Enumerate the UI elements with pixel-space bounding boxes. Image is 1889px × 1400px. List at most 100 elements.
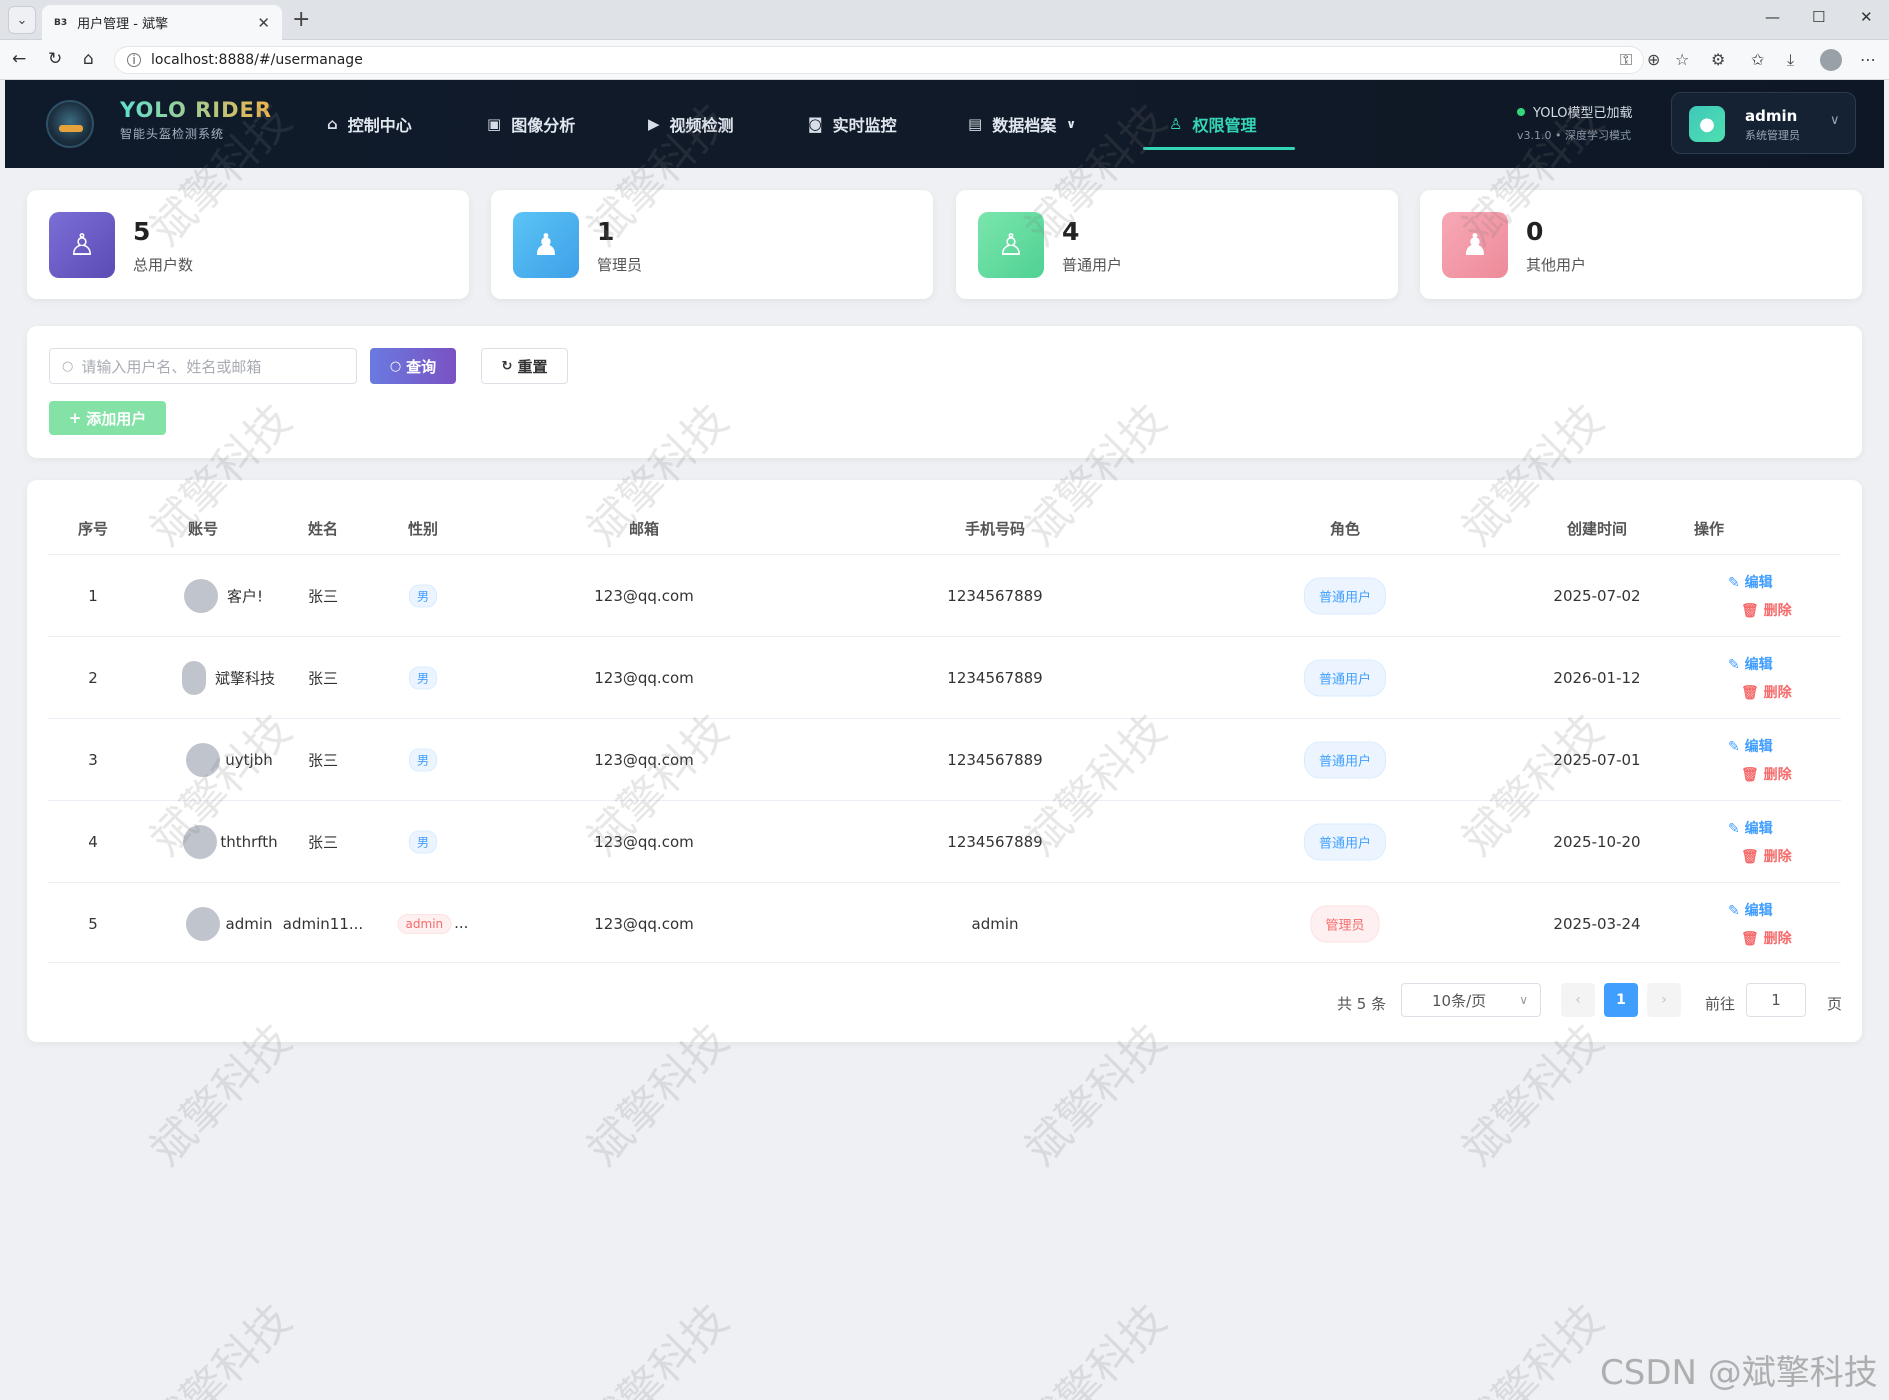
edit-icon: ✎ xyxy=(1728,821,1745,837)
tab-title: 用户管理 - 斌擎 xyxy=(77,17,169,32)
zoom-icon[interactable]: ⊕ xyxy=(1647,50,1660,69)
stat-value: 5 xyxy=(133,217,151,246)
nav-item-live-monitor[interactable]: ◙ 实时监控 xyxy=(808,108,897,140)
search-input[interactable]: ○ 请输入用户名、姓名或邮箱 xyxy=(49,348,357,384)
user-role: 系统管理员 xyxy=(1745,129,1800,142)
browser-tab[interactable]: B3 用户管理 - 斌擎 ✕ xyxy=(42,5,282,40)
page-number-current[interactable]: 1 xyxy=(1604,983,1638,1017)
user-menu[interactable]: ● admin 系统管理员 ∨ xyxy=(1671,92,1856,154)
table-row: 3 uytjbh 张三 男 123@qq.com 1234567889 普通用户… xyxy=(48,718,1841,800)
edit-button[interactable]: ✎ 编辑 xyxy=(1728,572,1773,592)
trash-icon: 🗑 xyxy=(1741,931,1764,947)
stat-label: 总用户数 xyxy=(133,256,194,274)
favorite-star-icon[interactable]: ☆ xyxy=(1675,50,1689,69)
nav-label: 控制中心 xyxy=(347,116,412,135)
more-menu-icon[interactable]: ⋯ xyxy=(1860,50,1876,69)
chevron-down-icon: ∨ xyxy=(1830,113,1840,128)
table-row: 4 ththrfth 张三 男 123@qq.com 1234567889 普通… xyxy=(48,800,1841,882)
nav-item-permissions[interactable]: ♙ 权限管理 xyxy=(1169,108,1256,140)
nav-label: 实时监控 xyxy=(832,116,897,135)
back-icon[interactable]: ← xyxy=(12,49,26,69)
profile-icon[interactable] xyxy=(1820,49,1842,71)
document-icon: ▤ xyxy=(968,115,983,133)
favorites-icon[interactable]: ✩ xyxy=(1751,50,1764,69)
query-button[interactable]: ○ 查询 xyxy=(370,348,456,384)
edit-button[interactable]: ✎ 编辑 xyxy=(1728,736,1773,756)
brand: YOLO RIDER 智能头盔检测系统 xyxy=(120,98,272,142)
nav-item-video-detection[interactable]: ▶ 视频检测 xyxy=(648,108,734,140)
column-header: 性别 xyxy=(407,520,439,538)
delete-button[interactable]: 🗑 删除 xyxy=(1741,682,1792,702)
phone-cell: 1234567889 xyxy=(947,668,1043,687)
nav-item-dashboard[interactable]: ⌂ 控制中心 xyxy=(327,108,412,140)
chevron-left-icon: ‹ xyxy=(1575,992,1581,1008)
nav-item-image-analysis[interactable]: ▣ 图像分析 xyxy=(487,108,575,140)
nav-label: 数据档案 xyxy=(992,116,1057,135)
watermark: 斌擎科技 xyxy=(577,1294,739,1400)
edit-button[interactable]: ✎ 编辑 xyxy=(1728,654,1773,674)
delete-button[interactable]: 🗑 删除 xyxy=(1741,764,1792,784)
role-tag: 普通用户 xyxy=(1303,577,1387,614)
site-info-icon[interactable]: i xyxy=(127,53,141,67)
goto-label: 前往 xyxy=(1705,995,1736,1013)
role-cell: 普通用户 xyxy=(1303,659,1387,696)
column-header: 手机号码 xyxy=(964,520,1026,538)
delete-button[interactable]: 🗑 删除 xyxy=(1741,928,1792,948)
extensions-icon[interactable]: ⚙ xyxy=(1711,50,1725,69)
chevron-right-icon: › xyxy=(1661,992,1667,1008)
url-field[interactable]: i localhost:8888/#/usermanage xyxy=(114,46,1644,74)
close-window-icon[interactable]: ✕ xyxy=(1860,8,1873,26)
created-cell: 2025-07-02 xyxy=(1553,586,1641,605)
email-cell: 123@qq.com xyxy=(594,668,694,687)
pagination-total: 共 5 条 xyxy=(1337,995,1387,1013)
role-cell: 管理员 xyxy=(1310,905,1380,942)
created-cell: 2025-03-24 xyxy=(1553,914,1641,933)
phone-cell: admin xyxy=(971,914,1019,933)
minimize-icon[interactable]: — xyxy=(1765,8,1780,26)
add-user-button[interactable]: + 添加用户 xyxy=(49,401,166,435)
column-header: 账号 xyxy=(187,520,219,538)
gender-tag: 男 xyxy=(408,830,438,853)
reload-icon[interactable]: ↻ xyxy=(48,49,62,69)
created-cell: 2025-07-01 xyxy=(1553,750,1641,769)
delete-button[interactable]: 🗑 删除 xyxy=(1741,600,1792,620)
row-index: 2 xyxy=(88,668,98,687)
query-label: 查询 xyxy=(406,357,437,376)
camera-icon: ◙ xyxy=(808,115,823,133)
edit-icon: ✎ xyxy=(1728,575,1745,591)
row-index: 4 xyxy=(88,832,98,851)
trash-icon: 🗑 xyxy=(1741,767,1764,783)
home-browser-icon[interactable]: ⌂ xyxy=(83,49,94,69)
search-placeholder: 请输入用户名、姓名或邮箱 xyxy=(81,357,262,376)
delete-label: 删除 xyxy=(1763,931,1792,947)
user-avatar-icon: ● xyxy=(1689,106,1725,142)
name-cell: 张三 xyxy=(307,587,339,605)
prev-page-button[interactable]: ‹ xyxy=(1561,983,1595,1017)
edit-button[interactable]: ✎ 编辑 xyxy=(1728,818,1773,838)
reset-button[interactable]: ↻ 重置 xyxy=(481,348,568,384)
role-cell: 普通用户 xyxy=(1303,577,1387,614)
new-tab-button[interactable]: + xyxy=(292,7,310,32)
stat-label: 管理员 xyxy=(597,256,643,274)
download-icon[interactable]: ⤓ xyxy=(1787,50,1794,70)
next-page-button[interactable]: › xyxy=(1647,983,1681,1017)
delete-label: 删除 xyxy=(1763,685,1792,701)
gender-overflow: ... xyxy=(454,913,469,932)
table-row: 1 客户! 张三 男 123@qq.com 1234567889 普通用户 20… xyxy=(48,554,1841,636)
delete-button[interactable]: 🗑 删除 xyxy=(1741,846,1792,866)
nav-item-data-archive[interactable]: ▤ 数据档案 ∨ xyxy=(968,108,1076,140)
close-tab-icon[interactable]: ✕ xyxy=(257,14,270,32)
key-icon[interactable]: ⚿ xyxy=(1620,50,1632,70)
trash-icon: 🗑 xyxy=(1741,685,1764,701)
edit-button[interactable]: ✎ 编辑 xyxy=(1728,900,1773,920)
stat-card-admins: ♟ 1 管理员 xyxy=(491,190,933,299)
name-cell: 张三 xyxy=(307,669,339,687)
maximize-icon[interactable]: ☐ xyxy=(1812,8,1825,26)
goto-page-input[interactable]: 1 xyxy=(1746,983,1806,1017)
avatar xyxy=(186,742,220,777)
tab-list-button[interactable]: ⌄ xyxy=(8,6,36,34)
account-cell: 客户! xyxy=(226,587,264,605)
edit-label: 编辑 xyxy=(1744,575,1773,591)
table-row: 5 admin admin11... admin... 123@qq.com a… xyxy=(48,882,1841,964)
page-size-select[interactable]: 10条/页 ∨ xyxy=(1401,983,1541,1017)
